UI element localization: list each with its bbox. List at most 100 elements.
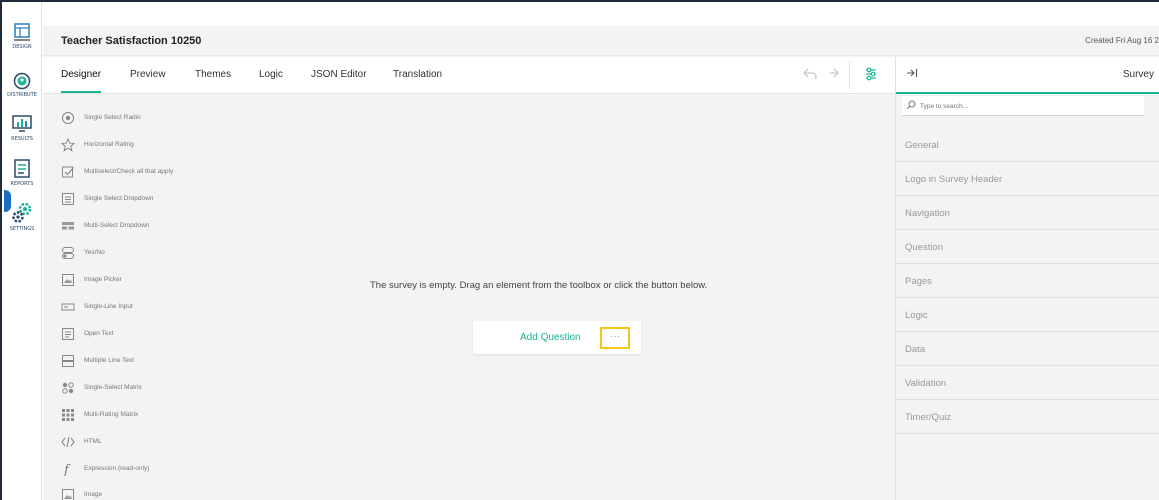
section-label: General (905, 140, 939, 151)
search-input[interactable] (920, 99, 1130, 113)
section-label: Navigation (905, 208, 950, 219)
section-logic[interactable]: Logic (896, 298, 1159, 332)
toolbox-item-label: Multiple Line Text (84, 357, 135, 364)
tab-logic[interactable]: Logic (259, 69, 283, 80)
left-rail: DESIGN DISTRIBUTE RESULTS REPORTS SETTIN… (2, 2, 42, 500)
section-label: Logo in Survey Header (905, 174, 1003, 185)
rail-label-results: RESULTS (11, 136, 33, 142)
rail-label-settings: SETTINGS (9, 226, 35, 232)
redo-icon[interactable] (825, 67, 839, 82)
section-label: Question (905, 242, 944, 253)
section-label: Pages (905, 276, 932, 287)
toolbox-item-label: Single Select Radio (84, 114, 141, 121)
section-navigation[interactable]: Navigation (896, 196, 1159, 230)
toolbox-item-label: Yes/No (84, 249, 105, 256)
search-icon (906, 100, 916, 110)
section-label: Data (905, 344, 926, 355)
reports-icon (14, 159, 30, 178)
toolbox-item-single-line-input[interactable]: Single-Line Input (61, 297, 241, 317)
toolbox-item-multiselect[interactable]: Multiselect/Check all that apply (61, 162, 241, 182)
toolbox-item-label: Open Text (84, 330, 114, 337)
tab-bar: Designer Preview Themes Logic JSON Edito… (43, 57, 895, 94)
multi-line-text-icon (62, 355, 74, 367)
matrix-icon (62, 382, 74, 394)
toolbox: Single Select Radio Horizontal Rating Mu… (43, 95, 243, 500)
tab-preview[interactable]: Preview (130, 69, 166, 80)
rail-label-distribute: DISTRIBUTE (7, 92, 37, 98)
section-data[interactable]: Data (896, 332, 1159, 366)
toolbox-item-horizontal-rating[interactable]: Horizontal Rating (61, 135, 241, 155)
toolbox-item-image[interactable]: Image (61, 485, 241, 500)
tab-themes[interactable]: Themes (195, 69, 231, 80)
section-validation[interactable]: Validation (896, 366, 1159, 400)
settings-icon (12, 202, 32, 223)
tab-json-editor[interactable]: JSON Editor (311, 69, 367, 80)
image-picker-icon (62, 274, 74, 286)
toolbox-item-label: Image (84, 491, 103, 498)
section-label: Timer/Quiz (905, 412, 952, 423)
survey-title: Teacher Satisfaction 10250 (61, 35, 202, 47)
rail-item-results[interactable]: RESULTS (2, 114, 42, 142)
toolbox-item-label: Single Select Dropdown (84, 195, 154, 202)
rail-label-design: DESIGN (12, 44, 32, 50)
created-date: Created Fri Aug 16 2 (1085, 36, 1159, 45)
section-label: Logic (905, 310, 928, 321)
add-question-button[interactable]: Add Question (520, 332, 581, 343)
title-bar: Teacher Satisfaction 10250 Created Fri A… (43, 26, 1159, 56)
toggle-icon (62, 247, 74, 259)
toolbox-item-label: Multi-Select Dropdown (84, 222, 150, 229)
rail-label-reports: REPORTS (10, 181, 34, 187)
add-question-container: Add Question ··· (473, 321, 641, 354)
rail-item-design[interactable]: DESIGN (2, 22, 42, 50)
expression-icon: f (63, 463, 71, 476)
rail-item-distribute[interactable]: DISTRIBUTE (2, 72, 42, 98)
toolbox-item-multiple-line-text[interactable]: Multiple Line Text (61, 351, 241, 371)
property-panel-header: Survey (896, 57, 1159, 94)
toolbox-item-label: Single-Select Matrix (84, 384, 142, 391)
toolbox-item-label: Single-Line Input (84, 303, 133, 310)
image-icon (62, 489, 74, 500)
undo-icon[interactable] (803, 67, 817, 82)
toolbox-item-label: Expression (read-only) (84, 465, 150, 472)
toolbox-item-single-select-dropdown[interactable]: Single Select Dropdown (61, 189, 241, 209)
toolbox-item-label: Horizontal Rating (84, 141, 134, 148)
radio-icon (62, 112, 74, 124)
toolbox-item-label: Image Picker (84, 276, 122, 283)
multi-dropdown-icon (62, 222, 74, 230)
section-label: Validation (905, 378, 947, 389)
property-panel: Survey General Logo in Survey Header Nav… (895, 57, 1159, 500)
toolbox-item-open-text[interactable]: Open Text (61, 324, 241, 344)
tab-designer[interactable]: Designer (61, 69, 102, 93)
checkbox-icon (62, 166, 74, 178)
toolbox-item-label: Multi-Rating Matrix (84, 411, 139, 418)
tab-translation[interactable]: Translation (393, 69, 442, 80)
svg-text:f: f (63, 463, 71, 476)
toolbox-item-single-select-radio[interactable]: Single Select Radio (61, 108, 241, 128)
open-text-icon (62, 328, 74, 340)
section-logo-in-survey-header[interactable]: Logo in Survey Header (896, 162, 1159, 196)
property-search[interactable] (902, 96, 1144, 116)
section-pages[interactable]: Pages (896, 264, 1159, 298)
toolbox-item-yes-no[interactable]: Yes/No (61, 243, 241, 263)
html-icon (61, 436, 75, 448)
rail-item-settings[interactable]: SETTINGS (2, 202, 42, 232)
rail-item-reports[interactable]: REPORTS (2, 159, 42, 187)
toolbox-item-multi-rating-matrix[interactable]: Multi-Rating Matrix (61, 405, 241, 425)
rating-matrix-icon (62, 409, 74, 421)
toolbox-item-expression[interactable]: f Expression (read-only) (61, 459, 241, 479)
toolbox-item-image-picker[interactable]: Image Picker (61, 270, 241, 290)
settings-sliders-icon[interactable] (865, 67, 877, 84)
star-icon (61, 138, 75, 152)
section-general[interactable]: General (896, 128, 1159, 162)
collapse-panel-icon[interactable] (906, 68, 918, 81)
toolbox-item-single-select-matrix[interactable]: Single-Select Matrix (61, 378, 241, 398)
top-strip (43, 2, 1159, 26)
toolbox-item-html[interactable]: HTML (61, 432, 241, 452)
more-options-button[interactable]: ··· (600, 327, 630, 349)
section-question[interactable]: Question (896, 230, 1159, 264)
design-icon (14, 23, 30, 41)
section-timer-quiz[interactable]: Timer/Quiz (896, 400, 1159, 434)
dropdown-icon (62, 193, 74, 205)
toolbar-divider (849, 61, 850, 89)
toolbox-item-multi-select-dropdown[interactable]: Multi-Select Dropdown (61, 216, 241, 236)
